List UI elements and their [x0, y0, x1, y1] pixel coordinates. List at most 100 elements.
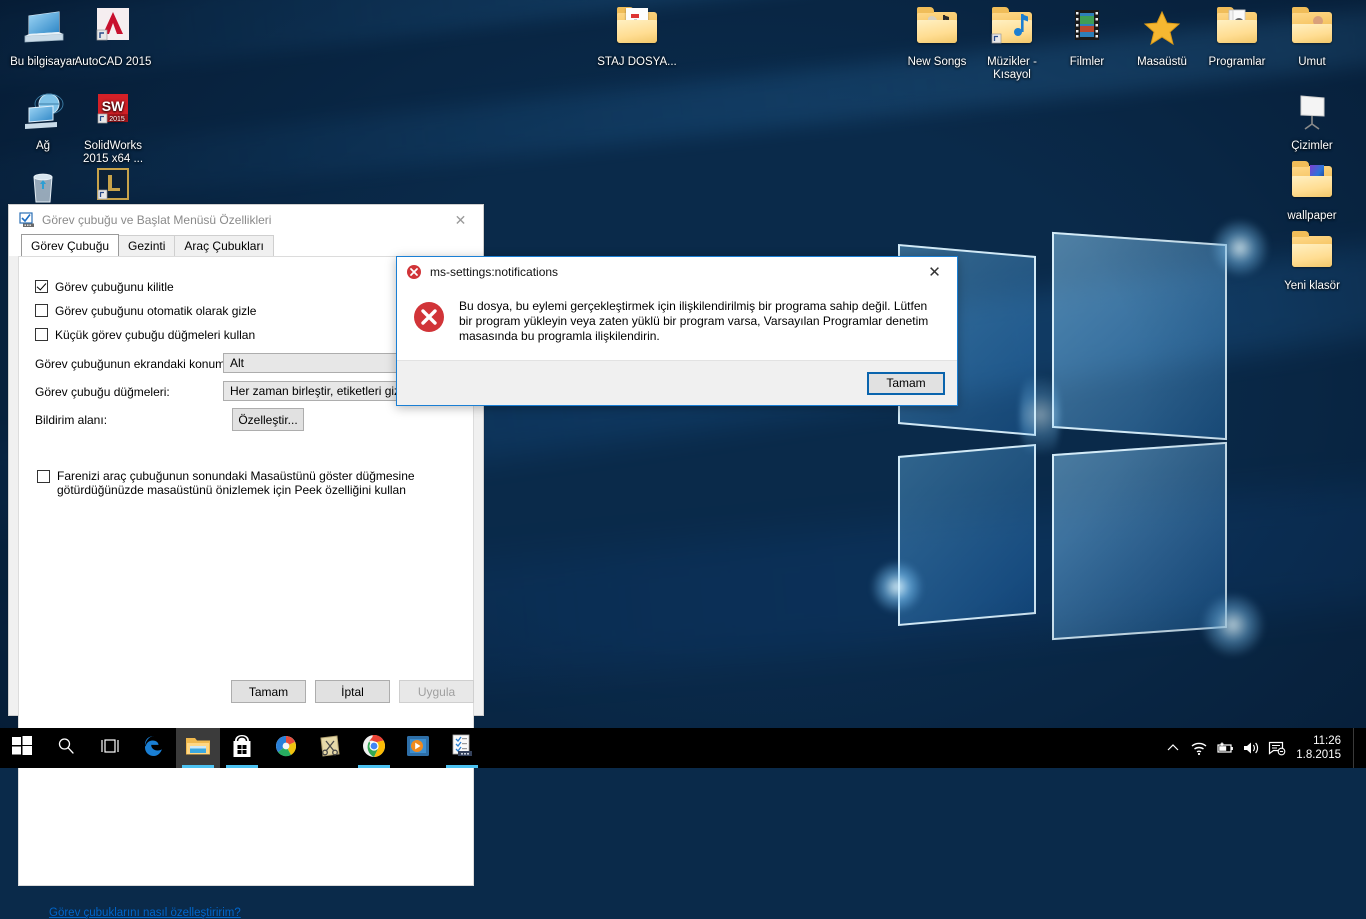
taskbar-item-microsoft-store[interactable]: [220, 728, 264, 768]
error-small-icon: [406, 264, 422, 280]
network-icon: [19, 88, 67, 136]
checkbox-label: Farenizi araç çubuğunun sonundaki Masaüs…: [57, 469, 415, 497]
combobox-value: Alt: [230, 356, 245, 370]
checkbox-box[interactable]: [37, 470, 50, 483]
taskbar-item-file-explorer[interactable]: [176, 728, 220, 768]
taskbar-item-snipping-tool[interactable]: [308, 728, 352, 768]
desktop-icon-solidworks[interactable]: SW 2015 SolidWorks 2015 x64 ...: [70, 88, 156, 166]
desktop-icon-autocad[interactable]: AutoCAD 2015: [70, 4, 156, 69]
task-view-icon: [100, 738, 120, 759]
taskbar-item-autocad-doc[interactable]: [440, 728, 484, 768]
tab-gorev-cubugu[interactable]: Görev Çubuğu: [21, 234, 120, 256]
action-center-icon[interactable]: [1264, 728, 1290, 768]
checkbox-box[interactable]: [35, 328, 48, 341]
volume-icon[interactable]: [1238, 728, 1264, 768]
error-dialog-footer: Tamam: [397, 360, 957, 405]
error-message-text: Bu dosya, bu eylemi gerçekleştirmek için…: [459, 299, 929, 343]
customize-notification-area-button[interactable]: Özelleştir...: [232, 408, 304, 431]
desktop-icon-label: AutoCAD 2015: [74, 56, 152, 68]
checkbox-label: Görev çubuğunu otomatik olarak gizle: [55, 304, 257, 318]
desktop-icon-staj-dosya[interactable]: STAJ DOSYA...: [594, 4, 680, 69]
desktop-icon-label: Masaüstü: [1137, 56, 1187, 68]
window-title-text: Görev çubuğu ve Başlat Menüsü Özellikler…: [42, 213, 272, 227]
photo-viewer-icon: [274, 734, 298, 763]
task-view-button[interactable]: [88, 728, 132, 768]
windows-start-icon: [12, 735, 32, 761]
desktop-icon-new-songs[interactable]: New Songs: [894, 4, 980, 69]
desktop-icon-programlar[interactable]: Programlar: [1194, 4, 1280, 69]
tab-strip[interactable]: Görev Çubuğu Gezinti Araç Çubukları: [9, 234, 483, 256]
help-link-customize-taskbars[interactable]: Görev çubuklarını nasıl özelleştiririm?: [49, 907, 241, 919]
start-button[interactable]: [0, 728, 44, 768]
desktop-icon-muzikler-kisayol[interactable]: Müzikler - Kısayol: [969, 4, 1055, 82]
window-title-bar[interactable]: Görev çubuğu ve Başlat Menüsü Özellikler…: [9, 205, 483, 235]
folder-document-icon: [613, 4, 661, 52]
label-taskbar-buttons: Görev çubuğu düğmeleri:: [35, 385, 170, 399]
ok-button[interactable]: Tamam: [867, 371, 945, 395]
dialog-button-row: Tamam İptal Uygula: [231, 680, 474, 703]
cancel-button[interactable]: İptal: [315, 680, 390, 703]
label-notification-area: Bildirim alanı:: [35, 413, 108, 427]
this-pc-icon: [19, 4, 67, 52]
film-strip-icon: [1063, 4, 1111, 52]
checkbox-box[interactable]: [35, 280, 48, 293]
taskbar-item-photo-viewer[interactable]: [264, 728, 308, 768]
checkbox-lock-taskbar[interactable]: Görev çubuğunu kilitle: [35, 280, 174, 294]
folder-music-icon: [913, 4, 961, 52]
checkbox-small-taskbar-buttons[interactable]: Küçük görev çubuğu düğmeleri kullan: [35, 328, 255, 342]
checkbox-label: Görev çubuğunu kilitle: [55, 280, 174, 294]
tab-gezinti[interactable]: Gezinti: [118, 235, 176, 256]
tab-arac-cubuklari[interactable]: Araç Çubukları: [174, 235, 274, 256]
svg-text:SW: SW: [102, 98, 125, 114]
error-dialog-title-bar[interactable]: ms-settings:notifications ✕: [397, 257, 957, 287]
clock-time: 11:26: [1313, 735, 1341, 747]
taskbar-item-google-chrome[interactable]: [352, 728, 396, 768]
autocad-doc-icon: [450, 734, 474, 763]
desktop-icon-wallpaper[interactable]: wallpaper: [1269, 158, 1355, 223]
close-icon[interactable]: ✕: [912, 258, 957, 287]
google-chrome-icon: [362, 734, 386, 763]
desktop-icon-label: wallpaper: [1287, 210, 1337, 222]
desktop-icon-umut[interactable]: Umut: [1269, 4, 1355, 69]
checkbox-auto-hide-taskbar[interactable]: Görev çubuğunu otomatik olarak gizle: [35, 304, 256, 318]
search-icon: [57, 737, 75, 760]
desktop-icon-filmler[interactable]: Filmler: [1044, 4, 1130, 69]
checkbox-box[interactable]: [35, 304, 48, 317]
desktop-icon-label: STAJ DOSYA...: [597, 56, 677, 68]
folder-programs-icon: [1213, 4, 1261, 52]
autocad-icon: [89, 4, 137, 52]
show-hidden-icons-chevron[interactable]: [1160, 728, 1186, 768]
folder-user-icon: [1288, 4, 1336, 52]
star-icon: [1138, 4, 1186, 52]
media-player-icon: [406, 735, 430, 762]
taskbar-item-media-player[interactable]: [396, 728, 440, 768]
error-dialog[interactable]: ms-settings:notifications ✕ Bu dosya, bu…: [396, 256, 958, 406]
error-large-icon: [413, 301, 445, 333]
taskbar-item-edge[interactable]: [132, 728, 176, 768]
show-desktop-button[interactable]: [1353, 728, 1362, 768]
checkbox-peek-preview[interactable]: Farenizi araç çubuğunun sonundaki Masaüs…: [37, 469, 467, 497]
desktop-icon-masaustu[interactable]: Masaüstü: [1119, 4, 1205, 69]
taskbar-clock[interactable]: 11:26 1.8.2015: [1290, 734, 1353, 762]
system-tray[interactable]: 11:26 1.8.2015: [1160, 728, 1366, 768]
svg-text:2015: 2015: [109, 116, 125, 123]
error-dialog-title-text: ms-settings:notifications: [430, 265, 559, 279]
desktop-icon-cizimler[interactable]: Çizimler: [1269, 88, 1355, 153]
battery-charging-icon[interactable]: [1212, 728, 1238, 768]
label-taskbar-location: Görev çubuğunun ekrandaki konumu:: [35, 357, 236, 371]
snipping-tool-icon: [318, 734, 342, 763]
close-icon[interactable]: ✕: [438, 206, 483, 235]
microsoft-store-icon: [231, 734, 253, 763]
checkbox-label: Küçük görev çubuğu düğmeleri kullan: [55, 328, 256, 342]
desktop-icon-label: Müzikler - Kısayol: [987, 56, 1037, 81]
combobox-value: Her zaman birleştir, etiketleri gizle: [230, 384, 410, 398]
folder-icon: [1288, 228, 1336, 276]
wifi-icon[interactable]: [1186, 728, 1212, 768]
desktop-icon-label: Yeni klasör: [1284, 280, 1340, 292]
taskbar[interactable]: 11:26 1.8.2015: [0, 728, 1366, 768]
desktop-icon-yeni-klasor[interactable]: Yeni klasör: [1269, 228, 1355, 293]
ok-button[interactable]: Tamam: [231, 680, 306, 703]
edge-icon: [142, 734, 166, 763]
search-button[interactable]: [44, 728, 88, 768]
desktop-icon-label: SolidWorks 2015 x64 ...: [82, 140, 144, 165]
